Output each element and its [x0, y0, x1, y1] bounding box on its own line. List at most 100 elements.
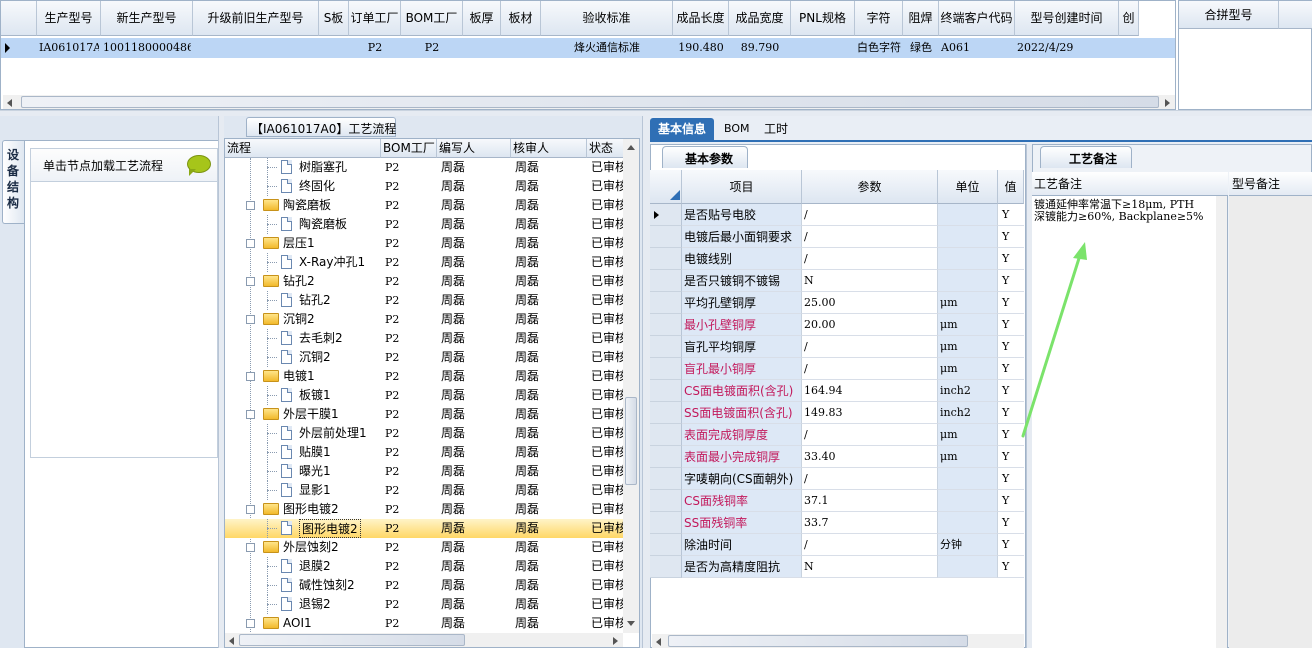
flow-row[interactable]: 外层前处理1 P2 周磊 周磊 已审核 [225, 424, 627, 443]
top-grid-cell[interactable] [503, 38, 539, 58]
top-grid-col-header[interactable]: 成品宽度 [729, 1, 791, 36]
top-grid-col-header[interactable]: 终端客户代码 [939, 1, 1015, 36]
flow-row[interactable]: 板镀1 P2 周磊 周磊 已审核 [225, 386, 627, 405]
flow-col-header[interactable]: BOM工厂 [381, 139, 437, 158]
top-grid-col-header[interactable]: S板 [319, 1, 349, 36]
top-grid-col-header[interactable]: 成品长度 [673, 1, 729, 36]
param-value-cell[interactable]: 33.7 [802, 512, 938, 534]
top-grid-hscrollbar[interactable] [3, 95, 1175, 109]
remarks-tab[interactable]: 工艺备注 [1040, 146, 1132, 168]
flow-row[interactable]: 电镀1 P2 周磊 周磊 已审核 [225, 367, 627, 386]
expand-toggle-icon[interactable] [246, 315, 255, 324]
params-row[interactable]: CS面残铜率 37.1 Y [650, 490, 1024, 512]
scroll-left-icon[interactable] [229, 637, 234, 645]
flow-col-header[interactable]: 状态 [587, 139, 625, 158]
expand-toggle-icon[interactable] [246, 277, 255, 286]
top-grid-col-header[interactable]: 阻焊 [903, 1, 939, 36]
flow-hscrollbar[interactable] [225, 633, 623, 647]
top-grid-col-header[interactable]: 字符 [855, 1, 903, 36]
flow-row[interactable]: 钻孔2 P2 周磊 周磊 已审核 [225, 291, 627, 310]
top-grid-cell[interactable]: 89.790 [731, 38, 789, 58]
params-row[interactable]: 平均孔壁铜厚 25.00 μm Y [650, 292, 1024, 314]
param-value-cell[interactable]: 33.40 [802, 446, 938, 468]
param-value-cell[interactable]: / [802, 358, 938, 380]
flow-row[interactable]: 沉铜2 P2 周磊 周磊 已审核 [225, 348, 627, 367]
flow-row[interactable]: 沉铜2 P2 周磊 周磊 已审核 [225, 310, 627, 329]
flow-row[interactable]: 陶瓷磨板 P2 周磊 周磊 已审核 [225, 215, 627, 234]
top-grid-cell[interactable]: A061 [941, 38, 1013, 58]
flow-vscrollbar[interactable] [623, 139, 639, 633]
device-structure-tab[interactable]: 设备结构 [2, 140, 24, 224]
expand-toggle-icon[interactable] [246, 239, 255, 248]
top-grid-hscroll-thumb[interactable] [21, 96, 1159, 108]
top-grid-col-header[interactable]: PNL规格 [791, 1, 855, 36]
scroll-left-icon[interactable] [7, 99, 12, 107]
flow-row[interactable]: 去毛刺2 P2 周磊 周磊 已审核 [225, 329, 627, 348]
top-grid-col-header[interactable]: 新生产型号 [101, 1, 193, 36]
top-grid-col-header[interactable]: BOM工厂 [401, 1, 463, 36]
param-value-cell[interactable]: 164.94 [802, 380, 938, 402]
top-grid-cell[interactable]: 绿色 [905, 38, 937, 58]
param-value-cell[interactable]: 149.83 [802, 402, 938, 424]
expand-toggle-icon[interactable] [246, 410, 255, 419]
scroll-up-icon[interactable] [627, 145, 635, 150]
param-value-cell[interactable]: / [802, 468, 938, 490]
tab-bom[interactable]: BOM [716, 118, 758, 140]
tab-work-hours[interactable]: 工时 [756, 118, 796, 140]
load-flow-hint[interactable]: 单击节点加载工艺流程 [30, 148, 218, 182]
flow-row[interactable]: 图形电镀2 P2 周磊 周磊 已审核 [225, 500, 627, 519]
params-row[interactable]: SS面电镀面积(含孔) 149.83 inch2 Y [650, 402, 1024, 424]
params-row[interactable]: SS面残铜率 33.7 Y [650, 512, 1024, 534]
scroll-right-icon[interactable] [613, 637, 618, 645]
params-row[interactable]: 除油时间 / 分钟 Y [650, 534, 1024, 556]
params-col-header[interactable]: 单位 [938, 170, 998, 204]
remarks-text-line2[interactable]: 深镀能力≥60%, Backplane≥5% [1034, 211, 1204, 223]
middle-splitter[interactable] [642, 116, 650, 648]
scroll-right-icon[interactable] [1165, 99, 1170, 107]
expand-toggle-icon[interactable] [246, 619, 255, 628]
param-value-cell[interactable]: N [802, 556, 938, 578]
scroll-left-icon[interactable] [656, 638, 661, 646]
param-value-cell[interactable]: / [802, 204, 938, 226]
params-row[interactable]: 表面完成铜厚度 / μm Y [650, 424, 1024, 446]
scroll-down-icon[interactable] [627, 621, 635, 626]
params-col-header[interactable]: 参数 [802, 170, 938, 204]
params-row[interactable]: 电镀后最小面铜要求 / Y [650, 226, 1024, 248]
flow-row[interactable]: 显影1 P2 周磊 周磊 已审核 [225, 481, 627, 500]
flow-row[interactable]: 外层干膜1 P2 周磊 周磊 已审核 [225, 405, 627, 424]
params-col-header[interactable]: 项目 [682, 170, 802, 204]
flow-row[interactable]: 图形电镀2 P2 周磊 周磊 已审核 [225, 519, 627, 538]
expand-toggle-icon[interactable] [246, 543, 255, 552]
remarks-scrollbar[interactable] [1216, 196, 1227, 648]
top-grid-cell[interactable]: 烽火通信标准 [543, 38, 671, 58]
params-col-header[interactable]: 值 [998, 170, 1024, 204]
params-row[interactable]: 是否贴号电胶 / Y [650, 204, 1024, 226]
flow-hscroll-thumb[interactable] [239, 634, 465, 646]
flow-col-header[interactable]: 核审人 [511, 139, 587, 158]
params-row[interactable]: 是否为高精度阻抗 N Y [650, 556, 1024, 578]
param-value-cell[interactable]: / [802, 534, 938, 556]
param-value-cell[interactable]: 25.00 [802, 292, 938, 314]
top-grid-cell[interactable]: P2 [351, 38, 399, 58]
flow-vscroll-thumb[interactable] [625, 397, 637, 485]
top-grid-col-header[interactable]: 型号创建时间 [1015, 1, 1119, 36]
top-grid-col-header[interactable]: 板厚 [463, 1, 501, 36]
expand-toggle-icon[interactable] [246, 201, 255, 210]
flow-row[interactable]: X-Ray冲孔1 P2 周磊 周磊 已审核 [225, 253, 627, 272]
param-value-cell[interactable]: 20.00 [802, 314, 938, 336]
top-grid-cell[interactable] [793, 38, 853, 58]
flow-row[interactable]: 钻孔2 P2 周磊 周磊 已审核 [225, 272, 627, 291]
param-value-cell[interactable]: / [802, 424, 938, 446]
top-grid-cell[interactable] [1121, 38, 1137, 58]
top-grid-col-header[interactable]: 升级前旧生产型号 [193, 1, 319, 36]
params-subtab[interactable]: 基本参数 [662, 146, 748, 168]
params-row[interactable]: 盲孔平均铜厚 / μm Y [650, 336, 1024, 358]
flow-row[interactable]: AOI1 P2 周磊 周磊 已审核 [225, 614, 627, 633]
params-row[interactable]: 盲孔最小铜厚 / μm Y [650, 358, 1024, 380]
top-grid-col-header[interactable]: 订单工厂 [349, 1, 401, 36]
params-row[interactable]: 是否只镀铜不镀锡 N Y [650, 270, 1024, 292]
param-value-cell[interactable]: N [802, 270, 938, 292]
params-row[interactable]: 字唛朝向(CS面朝外) / Y [650, 468, 1024, 490]
flow-row[interactable]: 树脂塞孔 P2 周磊 周磊 已审核 [225, 158, 627, 177]
param-value-cell[interactable]: / [802, 248, 938, 270]
